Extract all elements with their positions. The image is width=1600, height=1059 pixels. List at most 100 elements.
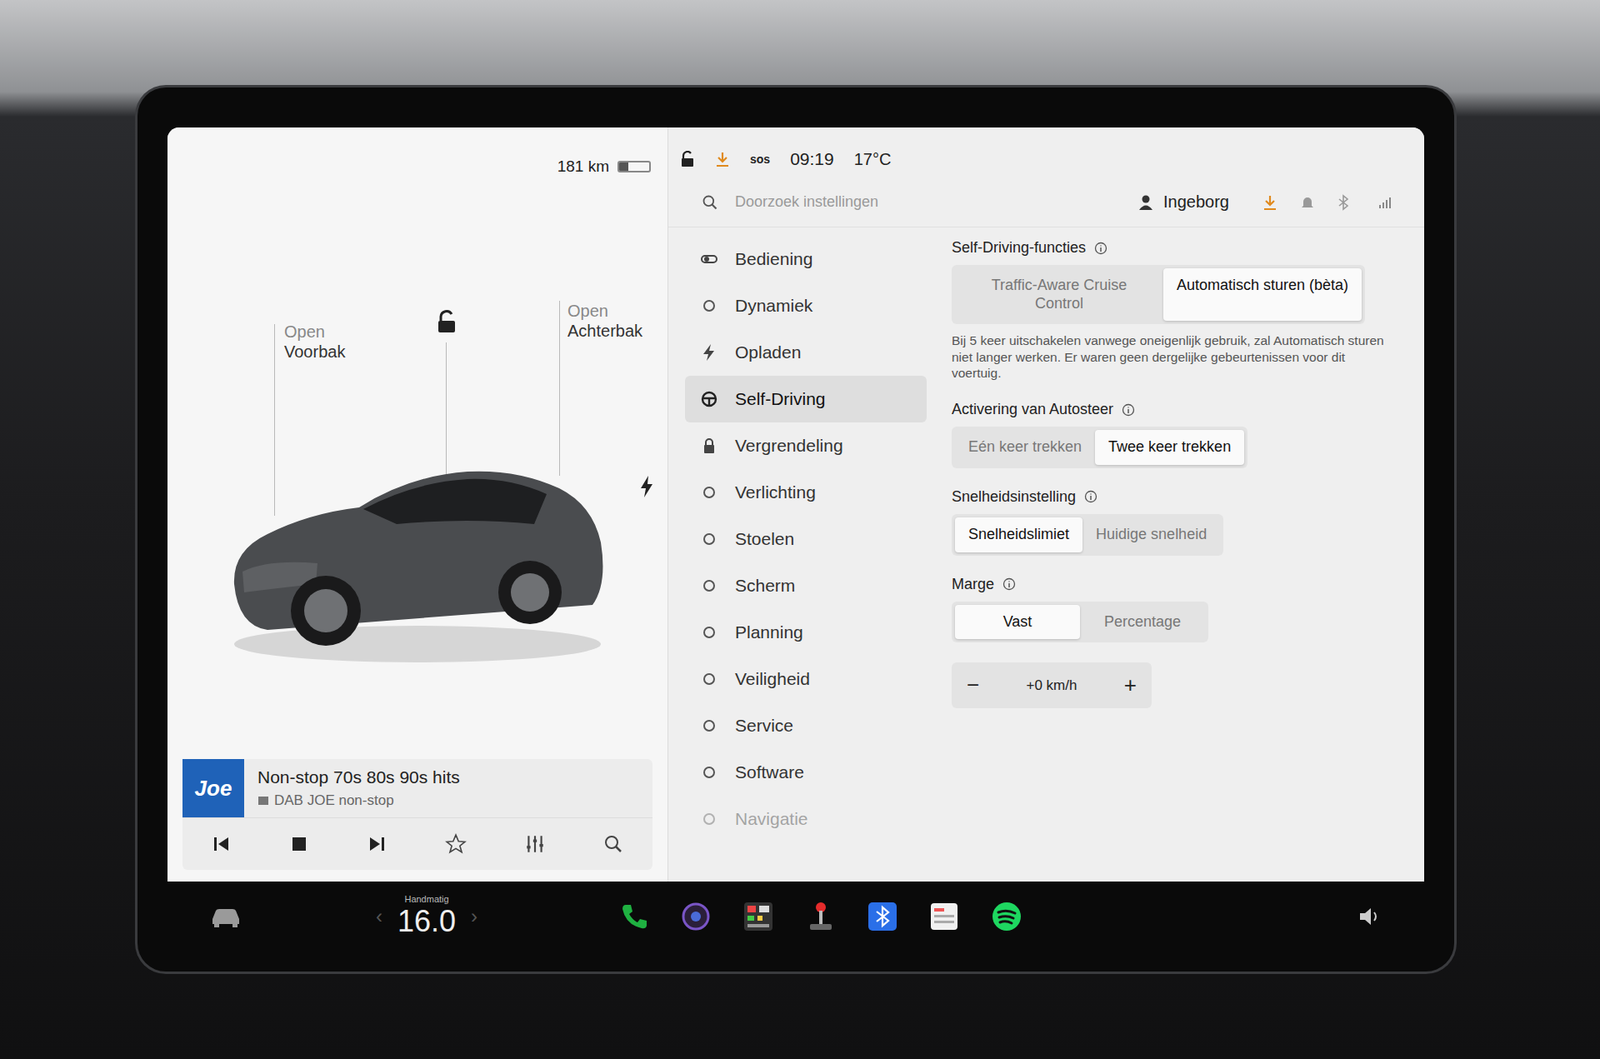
menu-item-label: Veiligheid	[735, 669, 810, 690]
segmented-control: SnelheidslimietHuidige snelheid	[951, 514, 1224, 556]
menu-item[interactable]: Opladen	[685, 329, 927, 376]
menu-item[interactable]: Dynamiek	[685, 282, 927, 330]
menu-item[interactable]: Service	[685, 702, 927, 750]
joystick-icon[interactable]	[805, 900, 836, 933]
download-icon[interactable]	[1262, 194, 1278, 211]
segmented-control: Eén keer trekkenTwee keer trekken	[951, 426, 1248, 469]
spotify-icon[interactable]	[990, 900, 1023, 933]
menu-item-label: Verlichting	[735, 482, 816, 503]
segment-option[interactable]: Snelheidslimiet	[955, 517, 1083, 553]
increase-button[interactable]: +	[1124, 672, 1137, 699]
setting-note: Bij 5 keer uitschakelen vanwege oneigenl…	[951, 332, 1385, 381]
media-player: Joe Non-stop 70s 80s 90s hits DAB JOE no…	[182, 759, 653, 870]
phone-icon[interactable]	[619, 901, 650, 932]
menu-item[interactable]: Bediening	[685, 235, 927, 283]
segment-option[interactable]: Traffic-Aware Cruise Control	[955, 268, 1164, 321]
menu-item[interactable]: Self-Driving	[685, 375, 927, 423]
settings-search[interactable]: Doorzoek instellingen	[701, 193, 1122, 211]
outside-temperature: 17°C	[854, 150, 892, 170]
charge-port-icon[interactable]	[639, 475, 655, 501]
camera-icon[interactable]	[680, 901, 711, 932]
menu-item[interactable]: Navigatie	[685, 795, 927, 843]
menu-item[interactable]: Software	[685, 749, 927, 796]
menu-item-icon	[700, 716, 719, 735]
settings-pane: sos 09:19 17°C Doorzoek instellingen Ing…	[668, 127, 1425, 882]
front-trunk-button[interactable]: OpenVoorbak	[284, 321, 345, 362]
info-icon[interactable]	[1121, 403, 1135, 417]
search-icon[interactable]	[603, 834, 624, 855]
bluetooth-icon[interactable]	[867, 901, 898, 932]
search-icon	[701, 194, 719, 211]
segment-option[interactable]: Eén keer trekken	[955, 430, 1095, 465]
screen: 181 km OpenVoorbak OpenAchterbak Joe Non…	[137, 87, 1455, 972]
car-icon[interactable]	[209, 905, 243, 928]
status-bar: sos 09:19 17°C	[668, 127, 1425, 178]
menu-item-icon	[700, 576, 719, 595]
bell-icon[interactable]	[1300, 195, 1315, 210]
bluetooth-icon[interactable]	[1337, 194, 1350, 211]
setting-title: Snelheidsinstelling	[951, 488, 1391, 506]
menu-item[interactable]: Planning	[685, 609, 927, 656]
profile-name: Ingeborg	[1163, 192, 1230, 212]
menu-item-icon	[700, 763, 719, 782]
segment-option[interactable]: Automatisch sturen (bèta)	[1163, 268, 1362, 321]
car-model-icon	[217, 425, 618, 676]
menu-item-label: Software	[735, 762, 805, 783]
rear-trunk-button[interactable]: OpenAchterbak	[567, 300, 643, 341]
menu-item-icon	[700, 390, 719, 409]
clock: 09:19	[790, 149, 835, 170]
info-icon[interactable]	[1002, 577, 1016, 591]
signal-icon	[1372, 195, 1391, 210]
next-icon[interactable]	[366, 834, 387, 855]
info-icon[interactable]	[1094, 241, 1108, 255]
segment-option[interactable]: Twee keer trekken	[1095, 430, 1245, 465]
setting-section: Activering van Autosteer Eén keer trekke…	[951, 400, 1391, 469]
menu-item-label: Vergrendeling	[735, 435, 844, 456]
menu-item-label: Scherm	[735, 575, 795, 596]
calendar-icon[interactable]	[929, 901, 960, 932]
menu-item-label: Stoelen	[735, 529, 795, 550]
temp-up-button[interactable]: ›	[470, 905, 478, 929]
volume-icon[interactable]	[1357, 905, 1383, 928]
menu-item[interactable]: Stoelen	[685, 515, 927, 563]
profile-button[interactable]: Ingeborg	[1138, 192, 1230, 212]
menu-item-label: Self-Driving	[735, 389, 826, 410]
climate-control[interactable]: ‹ Handmatig 16.0 ›	[375, 894, 478, 940]
segment-option[interactable]: Vast	[955, 605, 1080, 640]
previous-icon[interactable]	[211, 834, 232, 855]
menu-item-icon	[700, 530, 719, 549]
station-logo: Joe	[182, 759, 245, 818]
segment-option[interactable]: Percentage	[1080, 605, 1205, 640]
settings-header: Doorzoek instellingen Ingeborg	[668, 177, 1425, 228]
menu-item-icon	[700, 343, 719, 362]
setting-title: Activering van Autosteer	[951, 400, 1391, 419]
car-lock-icon[interactable]	[435, 309, 458, 338]
favorite-icon[interactable]	[445, 833, 467, 855]
apps-icon[interactable]	[742, 900, 775, 933]
menu-item-icon	[700, 670, 719, 689]
climate-mode: Handmatig	[404, 894, 449, 905]
equalizer-icon[interactable]	[524, 833, 546, 855]
download-icon[interactable]	[715, 150, 730, 168]
setting-title: Self-Driving-functies	[951, 239, 1391, 257]
setting-section: Snelheidsinstelling SnelheidslimietHuidi…	[951, 488, 1391, 556]
unlocked-icon[interactable]	[680, 150, 695, 168]
menu-item-icon	[700, 436, 719, 455]
main-area: 181 km OpenVoorbak OpenAchterbak Joe Non…	[167, 127, 1425, 882]
stop-icon[interactable]	[289, 834, 310, 855]
decrease-button[interactable]: −	[966, 672, 980, 699]
self-driving-settings: Self-Driving-functies Traffic-Aware Crui…	[926, 227, 1425, 882]
car-view: OpenVoorbak OpenAchterbak	[167, 175, 668, 760]
temp-down-button[interactable]: ‹	[375, 905, 383, 929]
menu-item[interactable]: Scherm	[685, 562, 927, 610]
menu-item-label: Dynamiek	[735, 295, 813, 316]
menu-item[interactable]: Veiligheid	[685, 655, 927, 703]
menu-item[interactable]: Vergrendeling	[685, 422, 927, 470]
menu-item[interactable]: Verlichting	[685, 469, 927, 516]
station-name: DAB JOE non-stop	[257, 792, 460, 810]
setting-section: Self-Driving-functies Traffic-Aware Crui…	[951, 239, 1391, 381]
segment-option[interactable]: Huidige snelheid	[1082, 517, 1220, 553]
info-icon[interactable]	[1084, 490, 1098, 504]
menu-item-icon	[700, 623, 719, 642]
battery-icon	[617, 160, 651, 173]
